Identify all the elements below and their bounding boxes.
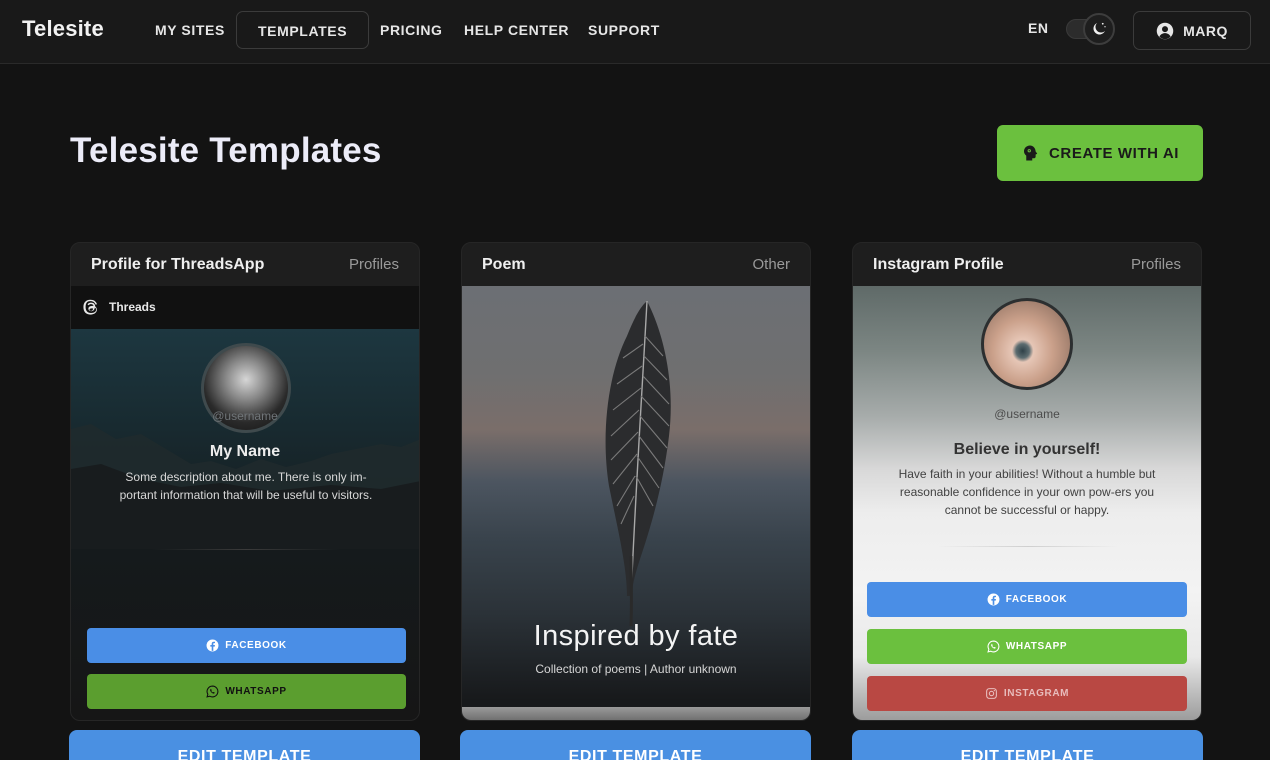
card-category: Profiles [348,256,399,273]
whatsapp-link-button[interactable]: WHATSAPP [87,674,406,709]
facebook-icon [206,639,219,652]
card-title: Profile for ThreadsApp [91,256,265,273]
template-preview: @username Believe in yourself! Have fait… [853,286,1201,720]
nav-my-sites[interactable]: MY SITES [149,11,231,49]
divider [938,546,1118,547]
nav-pricing[interactable]: PRICING [374,11,449,49]
nav-support[interactable]: SUPPORT [582,11,666,49]
card-header: Poem Other [462,243,810,286]
card-category: Profiles [1130,256,1181,273]
language-selector[interactable]: EN [1028,20,1048,36]
feather-illustration [605,300,671,626]
whatsapp-label: WHATSAPP [1005,641,1068,652]
card-title: Instagram Profile [873,256,1004,273]
edit-template-button-poem[interactable]: EDIT TEMPLATE [460,730,811,760]
user-menu-button[interactable]: MARQ [1133,11,1251,50]
nav-help-center[interactable]: HELP CENTER [458,11,575,49]
threads-app-bar: Threads [71,286,419,329]
theme-toggle[interactable] [1083,13,1115,45]
brand-logo[interactable]: Telesite [22,16,104,42]
profile-name: My Name [209,443,281,460]
threads-logo-icon [83,299,97,315]
poem-footer-strip [462,707,810,720]
profile-name: Believe in yourself! [953,441,1101,458]
instagram-icon [985,688,997,699]
template-preview: Threads @username My Name Some descripti… [71,286,419,720]
profile-description: Some description about me. There is only… [119,470,373,502]
profile-avatar [981,298,1073,390]
whatsapp-icon [206,685,219,698]
create-with-ai-label: CREATE WITH AI [1048,144,1180,162]
facebook-link-button[interactable]: FACEBOOK [867,582,1187,617]
whatsapp-link-button[interactable]: WHATSAPP [867,629,1187,664]
poem-headline: Inspired by fate [533,620,739,652]
profile-username: @username [212,409,278,423]
brain-head-icon [1023,145,1038,161]
whatsapp-label: WHATSAPP [225,686,287,697]
card-category: Other [752,256,790,273]
profile-username: @username [994,407,1060,421]
facebook-link-button[interactable]: FACEBOOK [87,628,406,663]
facebook-label: FACEBOOK [225,640,287,651]
template-card-instagram[interactable]: Instagram Profile Profiles @username Bel… [852,242,1202,721]
moon-icon [1093,22,1106,35]
facebook-icon [987,593,1000,606]
profile-description: Have faith in your abilities! Without a … [898,467,1156,517]
template-card-poem[interactable]: Poem Other Inspired by fate Collection o… [461,242,811,721]
create-with-ai-button[interactable]: CREATE WITH AI [997,125,1203,181]
edit-template-button-threads[interactable]: EDIT TEMPLATE [69,730,420,760]
user-circle-icon [1156,22,1174,39]
card-header: Profile for ThreadsApp Profiles [71,243,419,286]
user-name: MARQ [1183,22,1228,39]
nav-templates[interactable]: TEMPLATES [236,11,370,49]
template-card-threads[interactable]: Profile for ThreadsApp Profiles Threads … [70,242,420,721]
card-title: Poem [482,256,526,273]
facebook-label: FACEBOOK [1005,594,1068,605]
whatsapp-icon [987,640,1000,653]
divider [151,549,341,550]
instagram-label: INSTAGRAM [1003,688,1070,699]
top-navbar: Telesite MY SITES TEMPLATES PRICING HELP… [0,0,1270,64]
threads-app-label: Threads [109,300,156,314]
page-title: Telesite Templates [70,131,382,170]
card-header: Instagram Profile Profiles [853,243,1201,286]
edit-template-button-instagram[interactable]: EDIT TEMPLATE [852,730,1203,760]
template-preview: Inspired by fate Collection of poems | A… [462,286,810,720]
instagram-link-button[interactable]: INSTAGRAM [867,676,1187,711]
poem-subtitle: Collection of poems | Author unknown [535,662,737,676]
